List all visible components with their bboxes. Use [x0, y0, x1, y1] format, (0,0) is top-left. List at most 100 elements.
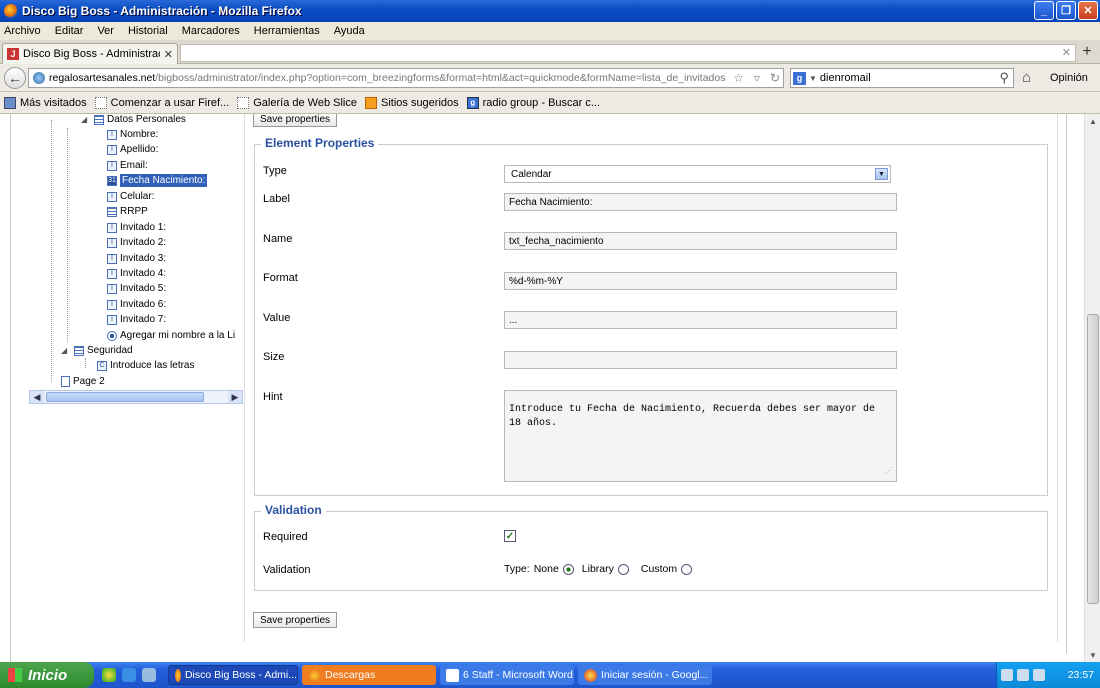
opinion-button[interactable]: Opinión	[1050, 72, 1088, 84]
network-icon[interactable]	[1001, 669, 1013, 681]
back-button[interactable]: ←	[4, 67, 26, 89]
tree-item-invitado-7[interactable]: I Invitado 7:	[107, 314, 166, 325]
taskbar-firefox[interactable]: Disco Big Boss - Admi...	[168, 665, 298, 685]
collapse-arrow-icon[interactable]: ◢	[81, 115, 91, 124]
save-properties-button-bottom[interactable]: Save properties	[253, 612, 338, 628]
tree-item-invitado-4[interactable]: I Invitado 4:	[107, 268, 166, 279]
scrollbar-thumb[interactable]	[46, 392, 204, 402]
google-icon[interactable]: g	[793, 71, 806, 85]
validation-library-radio[interactable]	[617, 563, 629, 575]
tree-item-invitado-2[interactable]: I Invitado 2:	[107, 237, 166, 248]
size-field[interactable]	[504, 351, 897, 369]
bookmark-sitios[interactable]: Sitios sugeridos	[364, 96, 459, 109]
tree-item-invitado-3[interactable]: I Invitado 3:	[107, 253, 166, 264]
scrollbar-thumb[interactable]	[1087, 314, 1099, 604]
tree-item-nombre[interactable]: I Nombre:	[107, 129, 158, 140]
menu-archivo[interactable]: Archivo	[4, 25, 41, 37]
bookmark-comenzar[interactable]: Comenzar a usar Firef...	[94, 96, 229, 109]
new-tab-button[interactable]: +	[1078, 43, 1096, 61]
reload-icon[interactable]: ↻	[767, 71, 783, 85]
element-tree-pane: ◢ Datos Personales I Nombre: I Apellido: I…	[10, 114, 243, 662]
taskbar-descargas[interactable]: Descargas	[302, 665, 436, 685]
tree-item-invitado-1[interactable]: I Invitado 1:	[107, 222, 166, 233]
search-engine-dropdown-icon[interactable]: ▼	[809, 74, 817, 83]
menu-historial[interactable]: Historial	[128, 25, 168, 37]
menu-editar[interactable]: Editar	[55, 25, 84, 37]
hint-label: Hint	[263, 391, 283, 403]
required-checkbox[interactable]: ✓	[504, 530, 516, 542]
menu-ayuda[interactable]: Ayuda	[334, 25, 365, 37]
start-button[interactable]: Inicio	[0, 662, 94, 688]
chevron-down-icon[interactable]: ▼	[875, 168, 888, 180]
hint-textarea[interactable]: Introduce tu Fecha de Nacimiento, Recuer…	[504, 390, 897, 482]
format-field[interactable]: %d-%m-%Y	[504, 272, 897, 290]
value-field[interactable]: ...	[504, 311, 897, 329]
history-dropdown-icon[interactable]: ▿	[751, 71, 763, 85]
home-icon[interactable]: ⌂	[1022, 69, 1031, 86]
maximize-button[interactable]: ❐	[1056, 1, 1076, 20]
url-text[interactable]: regalosartesanales.net/bigboss/administr…	[49, 72, 726, 84]
tree-item-rrpp[interactable]: RRPP	[107, 206, 148, 217]
tree-item-email[interactable]: I Email:	[107, 160, 148, 171]
minimize-button[interactable]: _	[1034, 1, 1054, 20]
tree-item-apellido[interactable]: I Apellido:	[107, 144, 158, 155]
tree-group-datos-personales[interactable]: ◢ Datos Personales	[81, 114, 186, 125]
tree-item-invitado-5[interactable]: I Invitado 5:	[107, 283, 166, 294]
close-window-button[interactable]: ✕	[1078, 1, 1098, 20]
tree-group-seguridad[interactable]: ◢ Seguridad	[61, 345, 133, 356]
type-select[interactable]: Calendar ▼	[504, 165, 891, 183]
validation-legend: Validation	[261, 503, 326, 517]
label-field[interactable]: Fecha Nacimiento:	[504, 193, 897, 211]
tree-item-fecha-nacimiento[interactable]: 31 Fecha Nacimiento:	[107, 174, 208, 187]
tree-item-celular[interactable]: I Celular:	[107, 191, 154, 202]
validation-none-radio[interactable]	[562, 563, 574, 575]
bookmark-radio-group[interactable]: g radio group - Buscar c...	[466, 96, 600, 109]
chrome-icon[interactable]	[102, 668, 116, 682]
windows-taskbar: Inicio Disco Big Boss - Admi... Descarga…	[0, 662, 1100, 688]
page-vertical-scrollbar[interactable]: ▲ ▼	[1084, 114, 1100, 662]
search-icon[interactable]: ⚲	[999, 70, 1013, 86]
resize-grip-icon[interactable]: ⋰	[885, 465, 893, 479]
close-tab-icon[interactable]: ✕	[164, 48, 177, 61]
volume-icon[interactable]	[1033, 669, 1045, 681]
close-icon[interactable]: ✕	[1062, 46, 1071, 59]
internet-explorer-icon[interactable]	[122, 668, 136, 682]
security-icon[interactable]	[1017, 669, 1029, 681]
menu-marcadores[interactable]: Marcadores	[182, 25, 240, 37]
save-properties-button-top[interactable]: Save properties	[253, 114, 338, 127]
taskbar-chrome[interactable]: Iniciar sesión - Googl...	[578, 665, 712, 685]
name-label: Name	[263, 233, 293, 245]
scroll-down-icon[interactable]: ▼	[1086, 648, 1100, 662]
validation-custom-radio[interactable]	[681, 563, 693, 575]
chrome-icon	[584, 668, 597, 682]
bookmark-galeria[interactable]: Galería de Web Slice	[237, 96, 357, 109]
taskbar-word[interactable]: 6 Staff - Microsoft Word	[440, 665, 574, 685]
tree-item-agregar-nombre[interactable]: Agregar mi nombre a la Li	[107, 330, 235, 341]
text-field-icon: I	[107, 222, 117, 233]
validation-fieldset	[254, 511, 1048, 591]
tree-item-captcha[interactable]: C Introduce las letras	[97, 360, 195, 371]
scroll-left-icon[interactable]: ◀	[30, 391, 44, 403]
select-list-icon	[107, 206, 117, 217]
scroll-right-icon[interactable]: ▶	[228, 391, 242, 403]
search-input[interactable]: dienromail	[820, 72, 997, 84]
bookmark-mas-visitados[interactable]: Más visitados	[4, 96, 87, 109]
text-field-icon: I	[107, 144, 117, 155]
browser-tab[interactable]: J Disco Big Boss - Administración ✕	[2, 43, 178, 64]
bookmark-star-icon[interactable]: ☆	[730, 71, 747, 85]
collapse-arrow-icon[interactable]: ◢	[61, 346, 71, 355]
tree-page-2[interactable]: Page 2	[61, 376, 105, 387]
scroll-up-icon[interactable]: ▲	[1086, 114, 1100, 128]
tree-item-invitado-6[interactable]: I Invitado 6:	[107, 299, 166, 310]
section-icon	[74, 345, 84, 356]
menu-ver[interactable]: Ver	[97, 25, 114, 37]
show-desktop-icon[interactable]	[142, 668, 156, 682]
menu-herramientas[interactable]: Herramientas	[254, 25, 320, 37]
name-field[interactable]: txt_fecha_nacimiento	[504, 232, 897, 250]
validation-type-group: Type: None Library Custom	[504, 563, 693, 575]
quick-launch	[94, 668, 164, 682]
address-bar[interactable]: regalosartesanales.net/bigboss/administr…	[28, 68, 784, 88]
search-box[interactable]: g ▼ dienromail ⚲	[790, 68, 1014, 88]
section-icon	[94, 114, 104, 125]
tree-horizontal-scrollbar[interactable]: ◀ ▶	[29, 390, 243, 404]
